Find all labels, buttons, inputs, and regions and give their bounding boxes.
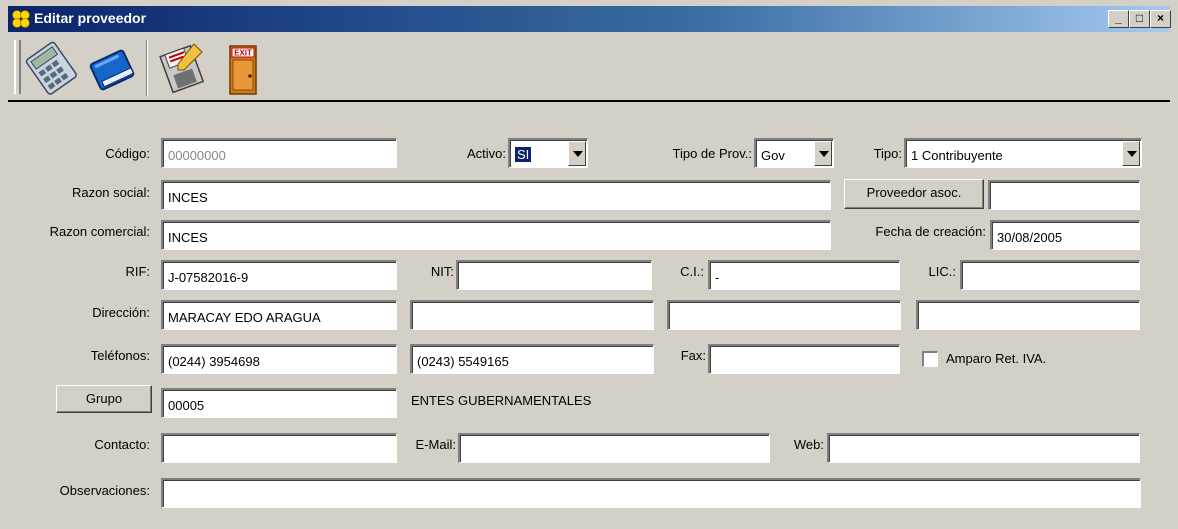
telefono-2-field[interactable]: (0243) 5549165	[410, 344, 654, 374]
amparo-label: Amparo Ret. IVA.	[946, 351, 1047, 366]
calculator-button[interactable]	[22, 38, 78, 98]
rif-field[interactable]: J-07582016-9	[161, 260, 397, 290]
web-label: Web:	[793, 437, 824, 452]
tipo-prov-label: Tipo de Prov.:	[672, 146, 752, 161]
title-bar[interactable]: Editar proveedor _ □ ×	[8, 6, 1171, 32]
chevron-down-icon[interactable]	[1122, 141, 1140, 166]
razon-comercial-label: Razon comercial:	[49, 224, 150, 239]
activo-label: Activo:	[466, 146, 506, 161]
razon-social-field[interactable]: INCES	[161, 180, 831, 210]
calculator-icon	[25, 41, 77, 95]
codigo-field[interactable]: 00000000	[161, 138, 397, 168]
nit-label: NIT:	[430, 264, 454, 279]
razon-comercial-field[interactable]: INCES	[161, 220, 831, 250]
tipo-select[interactable]: 1 Contribuyente	[904, 138, 1142, 168]
tipo-label: Tipo:	[873, 146, 902, 161]
chevron-down-icon[interactable]	[568, 141, 586, 166]
grupo-button[interactable]: Grupo	[56, 385, 152, 413]
activo-select[interactable]: SI	[508, 138, 588, 168]
save-button[interactable]	[154, 38, 210, 98]
contacto-label: Contacto:	[94, 437, 150, 452]
codigo-label: Código:	[105, 146, 150, 161]
direccion-field-3[interactable]	[667, 300, 901, 330]
fax-label: Fax:	[680, 348, 706, 363]
window-title: Editar proveedor	[34, 10, 147, 26]
toolbar-separator	[146, 40, 148, 96]
proveedor-asoc-button[interactable]: Proveedor asoc.	[844, 179, 984, 209]
fax-field[interactable]	[708, 344, 900, 374]
minimize-button[interactable]: _	[1108, 10, 1129, 28]
nit-field[interactable]	[456, 260, 652, 290]
grupo-description: ENTES GUBERNAMENTALES	[411, 393, 592, 408]
telefonos-label: Teléfonos:	[90, 348, 150, 363]
toolbar: EXIT	[8, 32, 1170, 102]
razon-social-label: Razon social:	[71, 185, 150, 200]
observaciones-label: Observaciones:	[59, 483, 150, 498]
fecha-creacion-field[interactable]: 30/08/2005	[990, 220, 1140, 250]
amparo-checkbox[interactable]	[922, 351, 938, 367]
close-icon: ×	[1156, 11, 1164, 25]
ci-label: C.I.:	[680, 264, 704, 279]
direccion-label: Dirección:	[92, 305, 150, 320]
maximize-icon: □	[1135, 11, 1144, 25]
contacto-field[interactable]	[161, 433, 397, 463]
direccion-field-2[interactable]	[410, 300, 654, 330]
web-field[interactable]	[827, 433, 1140, 463]
email-field[interactable]	[458, 433, 770, 463]
close-button[interactable]: ×	[1150, 10, 1171, 28]
book-icon	[89, 49, 135, 91]
fecha-creacion-label: Fecha de creación:	[875, 224, 986, 239]
minimize-icon: _	[1115, 11, 1122, 25]
activo-selected-value: SI	[515, 147, 532, 162]
grupo-field[interactable]: 00005	[161, 388, 397, 418]
exit-button[interactable]: EXIT	[214, 38, 270, 98]
observaciones-field[interactable]	[161, 478, 1141, 508]
save-icon	[159, 43, 205, 94]
telefono-1-field[interactable]: (0244) 3954698	[161, 344, 397, 374]
tipo-selected-value: 1 Contribuyente	[911, 148, 1003, 163]
svg-text:EXIT: EXIT	[234, 49, 252, 58]
direccion-field-1[interactable]: MARACAY EDO ARAGUA	[161, 300, 397, 330]
chevron-down-icon[interactable]	[814, 141, 832, 166]
proveedor-asoc-field[interactable]	[988, 180, 1140, 210]
tipo-prov-selected-value: Gov	[761, 148, 785, 163]
ci-field[interactable]: -	[708, 260, 900, 290]
tipo-prov-select[interactable]: Gov	[754, 138, 834, 168]
toolbar-grip[interactable]	[14, 40, 21, 94]
book-button[interactable]	[84, 38, 140, 98]
maximize-button[interactable]: □	[1129, 10, 1150, 28]
email-label: E-Mail:	[415, 437, 456, 452]
lic-field[interactable]	[960, 260, 1140, 290]
exit-door-icon: EXIT	[229, 45, 257, 95]
clover-app-icon	[12, 10, 30, 28]
edit-supplier-window: Editar proveedor _ □ × EXIT Código: 0000…	[0, 0, 1178, 529]
lic-label: LIC.:	[928, 264, 956, 279]
direccion-field-4[interactable]	[916, 300, 1140, 330]
rif-label: RIF:	[125, 264, 150, 279]
